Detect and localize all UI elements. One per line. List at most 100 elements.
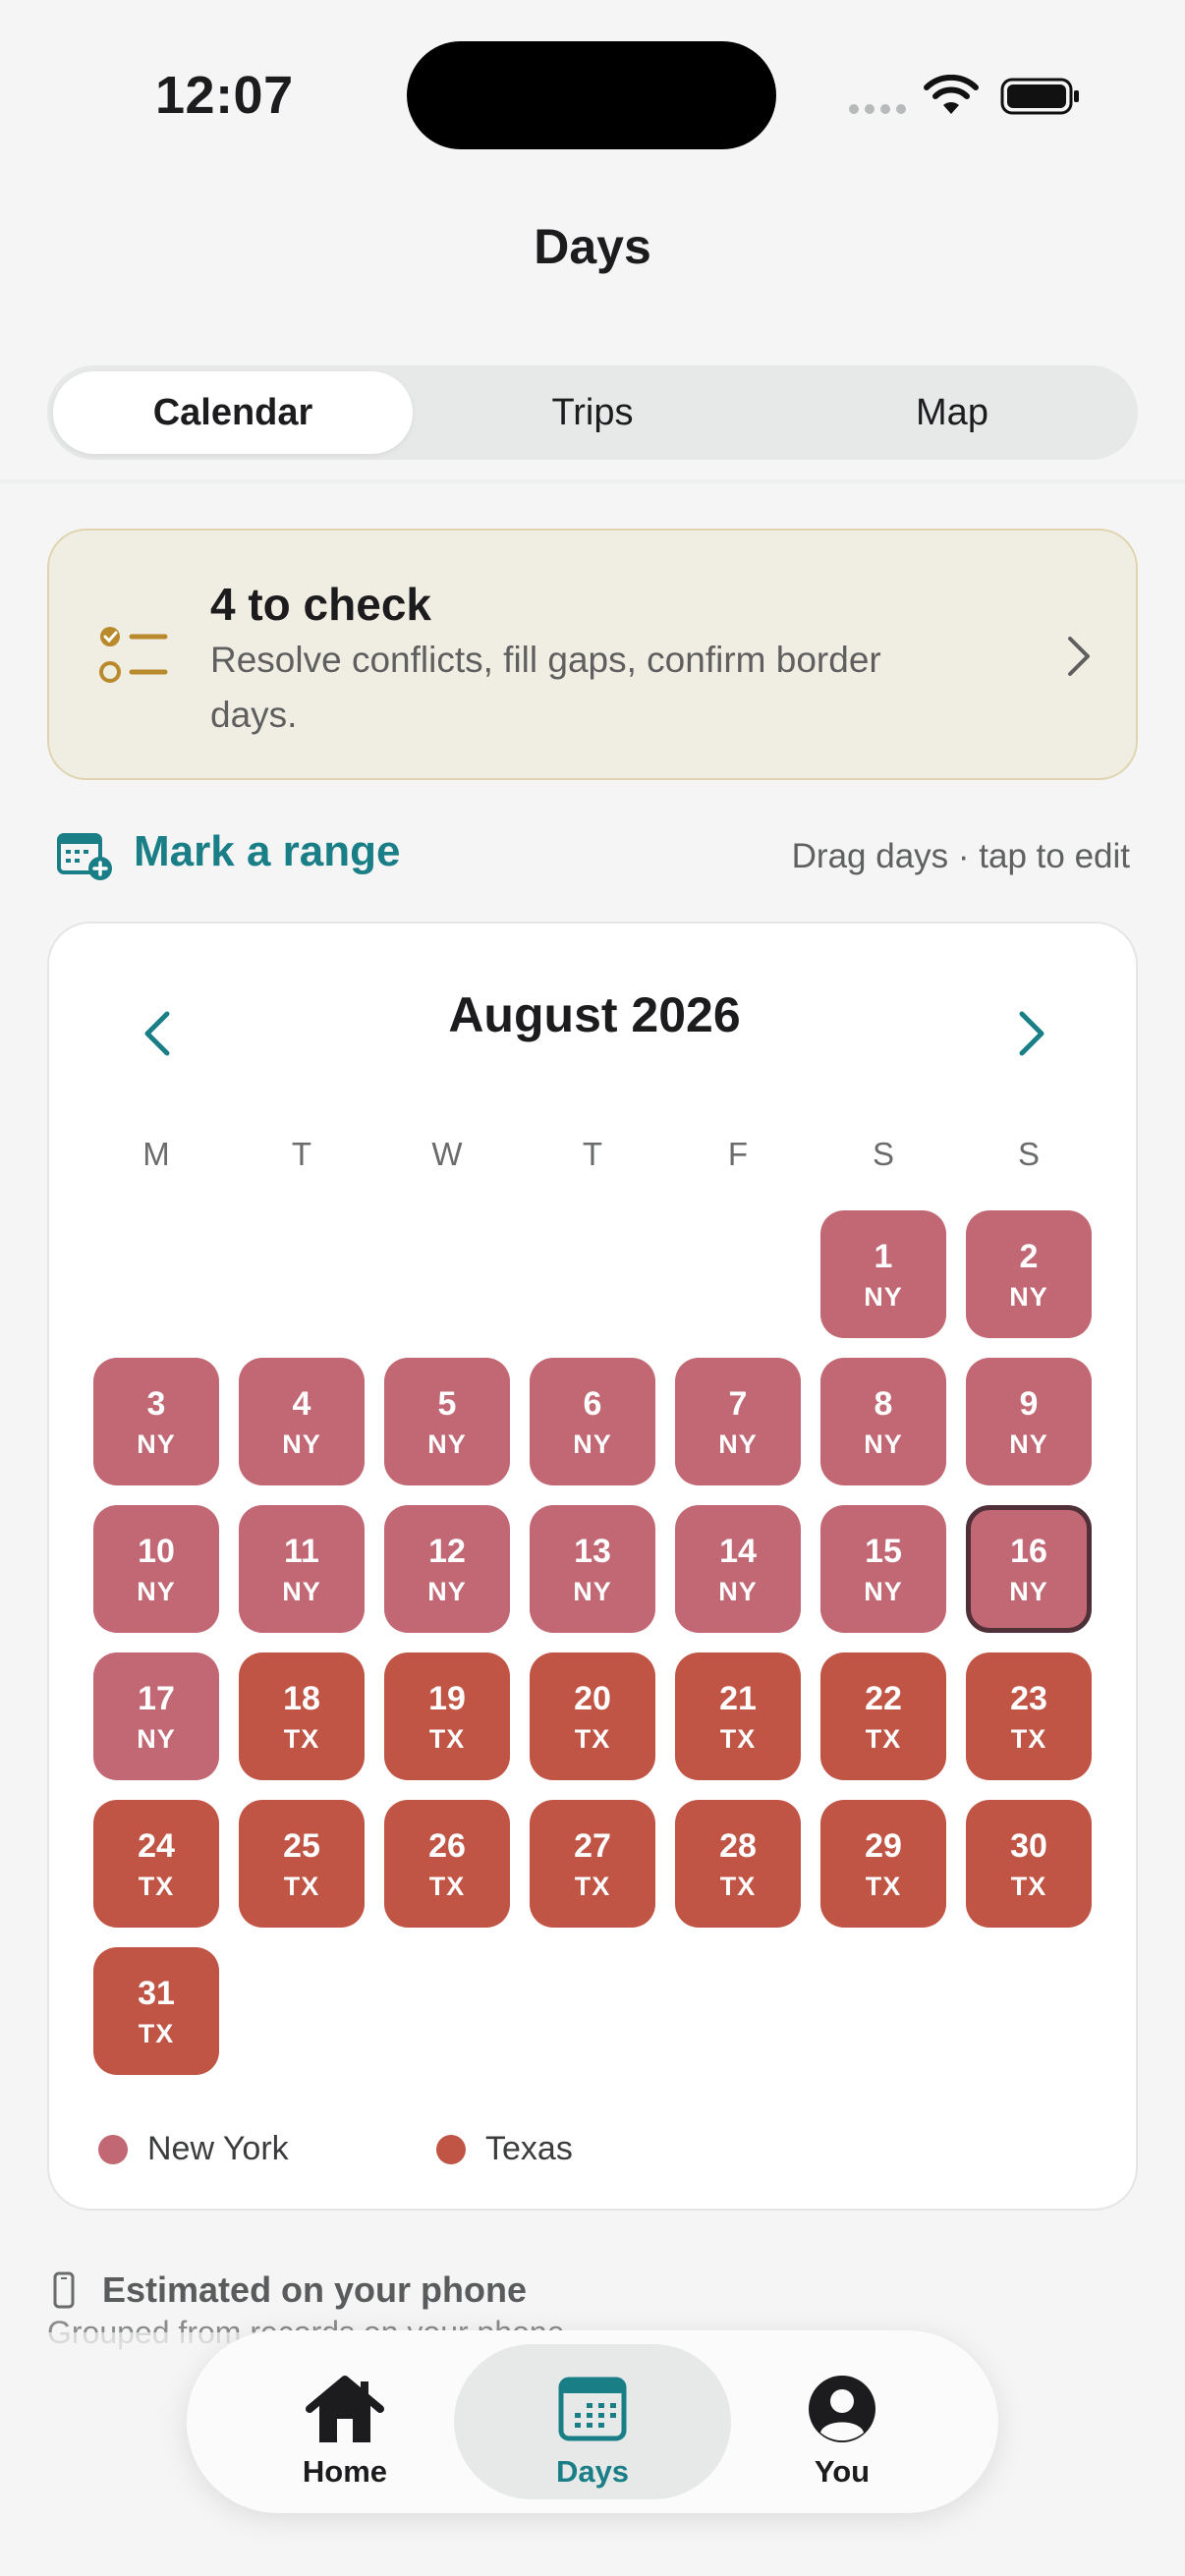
day-number: 15 bbox=[865, 1533, 902, 1570]
day-state-code: NY bbox=[1009, 1282, 1048, 1312]
calendar-day[interactable]: 13 NY bbox=[530, 1505, 655, 1633]
day-state-code: NY bbox=[1009, 1429, 1048, 1459]
legend-label: New York bbox=[147, 2130, 289, 2167]
tab-label: You bbox=[814, 2454, 871, 2489]
next-month-button[interactable] bbox=[1012, 1008, 1051, 1059]
tab-bar: Home Days You bbox=[187, 2330, 998, 2513]
day-number: 30 bbox=[1010, 1827, 1047, 1865]
segment-map[interactable]: Map bbox=[772, 371, 1132, 454]
day-number: 8 bbox=[874, 1385, 893, 1423]
day-number: 4 bbox=[292, 1385, 311, 1423]
calendar-day[interactable]: 20 TX bbox=[530, 1652, 655, 1780]
day-state-code: NY bbox=[864, 1429, 903, 1459]
status-time: 12:07 bbox=[155, 66, 294, 125]
wifi-icon bbox=[924, 75, 979, 114]
day-number: 22 bbox=[865, 1680, 902, 1717]
day-number: 18 bbox=[283, 1680, 320, 1717]
day-number: 7 bbox=[728, 1385, 748, 1423]
day-number: 19 bbox=[428, 1680, 466, 1717]
calendar-day[interactable]: 25 TX bbox=[239, 1800, 365, 1928]
calendar-day[interactable]: 5 NY bbox=[384, 1358, 510, 1485]
calendar-day[interactable]: 30 TX bbox=[966, 1800, 1092, 1928]
day-number: 27 bbox=[574, 1827, 611, 1865]
calendar-day[interactable]: 26 TX bbox=[384, 1800, 510, 1928]
day-state-code: TX bbox=[283, 1872, 320, 1901]
day-state-code: TX bbox=[574, 1872, 611, 1901]
day-number: 9 bbox=[1019, 1385, 1039, 1423]
day-state-code: TX bbox=[283, 1724, 320, 1754]
day-number: 3 bbox=[146, 1385, 166, 1423]
day-number: 2 bbox=[1019, 1238, 1039, 1275]
calendar-day[interactable]: 28 TX bbox=[675, 1800, 801, 1928]
calendar-day[interactable]: 29 TX bbox=[820, 1800, 946, 1928]
calendar-day[interactable]: 19 TX bbox=[384, 1652, 510, 1780]
calendar-day[interactable]: 23 TX bbox=[966, 1652, 1092, 1780]
calendar-day[interactable]: 24 TX bbox=[93, 1800, 219, 1928]
day-state-code: TX bbox=[138, 2019, 175, 2048]
day-state-code: TX bbox=[1010, 1872, 1047, 1901]
day-number: 10 bbox=[138, 1533, 175, 1570]
chevron-right-icon bbox=[1068, 637, 1090, 676]
day-state-code: NY bbox=[137, 1577, 176, 1606]
calendar-day[interactable]: 1 NY bbox=[820, 1210, 946, 1338]
calendar-day[interactable]: 17 NY bbox=[93, 1652, 219, 1780]
tab-days[interactable]: Days bbox=[454, 2344, 731, 2499]
segment-calendar[interactable]: Calendar bbox=[53, 371, 413, 454]
page-title: Days bbox=[534, 219, 651, 274]
mark-range-button[interactable]: Mark a range bbox=[134, 827, 400, 876]
calendar-day[interactable]: 3 NY bbox=[93, 1358, 219, 1485]
estimate-title: Estimated on your phone bbox=[102, 2269, 528, 2310]
mark-range-hint: Drag days · tap to edit bbox=[791, 837, 1130, 875]
tab-you[interactable]: You bbox=[704, 2344, 981, 2499]
legend-texas: Texas bbox=[436, 2130, 573, 2168]
day-state-code: NY bbox=[573, 1429, 612, 1459]
check-card-subtitle: Resolve conflicts, fill gaps, confirm bo… bbox=[210, 640, 881, 735]
day-state-code: NY bbox=[282, 1429, 321, 1459]
day-number: 29 bbox=[865, 1827, 902, 1865]
day-number: 16 bbox=[1010, 1533, 1047, 1570]
day-state-code: NY bbox=[718, 1429, 758, 1459]
calendar-day[interactable]: 12 NY bbox=[384, 1505, 510, 1633]
day-state-code: NY bbox=[573, 1577, 612, 1606]
segment-trips[interactable]: Trips bbox=[413, 371, 772, 454]
calendar-day[interactable]: 11 NY bbox=[239, 1505, 365, 1633]
weekday-label: M bbox=[142, 1136, 170, 1172]
calendar-day[interactable]: 15 NY bbox=[820, 1505, 946, 1633]
calendar-day[interactable]: 21 TX bbox=[675, 1652, 801, 1780]
calendar-day[interactable]: 10 NY bbox=[93, 1505, 219, 1633]
day-number: 24 bbox=[138, 1827, 175, 1865]
day-state-code: NY bbox=[427, 1429, 467, 1459]
calendar-day[interactable]: 31 TX bbox=[93, 1947, 219, 2075]
check-card-title: 4 to check bbox=[210, 579, 431, 630]
calendar-day[interactable]: 6 NY bbox=[530, 1358, 655, 1485]
day-state-code: TX bbox=[428, 1724, 466, 1754]
calendar-add-icon[interactable] bbox=[57, 831, 114, 880]
calendar-day[interactable]: 7 NY bbox=[675, 1358, 801, 1485]
legend-new-york: New York bbox=[98, 2130, 289, 2168]
tab-home[interactable]: Home bbox=[206, 2344, 483, 2499]
calendar-day[interactable]: 4 NY bbox=[239, 1358, 365, 1485]
calendar-day[interactable]: 18 TX bbox=[239, 1652, 365, 1780]
tab-label: Days bbox=[555, 2454, 630, 2489]
to-check-card[interactable]: 4 to check Resolve conflicts, fill gaps,… bbox=[47, 529, 1138, 780]
day-state-code: NY bbox=[137, 1429, 176, 1459]
phone-icon bbox=[53, 2271, 75, 2309]
day-state-code: NY bbox=[282, 1577, 321, 1606]
day-number: 17 bbox=[138, 1680, 175, 1717]
calendar-day[interactable]: 14 NY bbox=[675, 1505, 801, 1633]
day-state-code: TX bbox=[865, 1872, 902, 1901]
calendar-day[interactable]: 22 TX bbox=[820, 1652, 946, 1780]
day-state-code: TX bbox=[719, 1872, 757, 1901]
calendar-day[interactable]: 9 NY bbox=[966, 1358, 1092, 1485]
calendar-day[interactable]: 27 TX bbox=[530, 1800, 655, 1928]
calendar-day[interactable]: 16 NY bbox=[966, 1505, 1092, 1633]
weekday-label: F bbox=[727, 1136, 749, 1172]
day-state-code: NY bbox=[1009, 1577, 1048, 1606]
day-number: 5 bbox=[437, 1385, 457, 1423]
header-divider bbox=[0, 479, 1185, 483]
weekday-label: W bbox=[431, 1136, 463, 1172]
day-number: 14 bbox=[719, 1533, 757, 1570]
day-number: 23 bbox=[1010, 1680, 1047, 1717]
calendar-day[interactable]: 8 NY bbox=[820, 1358, 946, 1485]
calendar-day[interactable]: 2 NY bbox=[966, 1210, 1092, 1338]
